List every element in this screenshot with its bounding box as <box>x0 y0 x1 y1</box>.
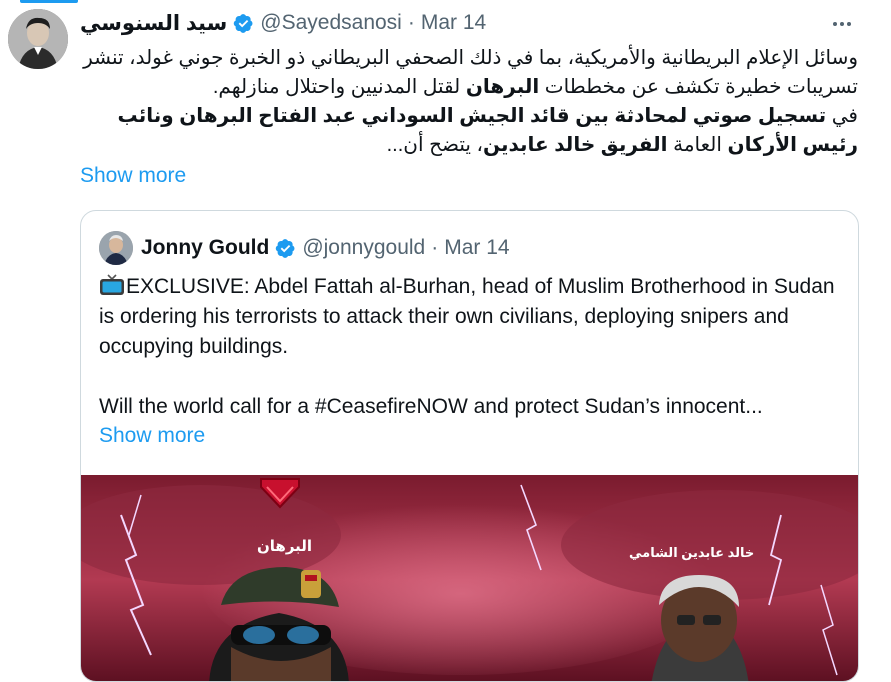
stormy-sky-image <box>81 475 858 681</box>
show-more-link[interactable]: Show more <box>80 164 186 188</box>
television-emoji-icon <box>100 274 124 295</box>
image-label-left: البرهان <box>257 538 313 555</box>
quoted-media-image[interactable]: البرهان خالد عابدين الشامي <box>81 475 858 681</box>
top-tab-indicator <box>20 0 78 3</box>
tweet-text: وسائل الإعلام البريطانية والأمريكية، بما… <box>80 44 858 160</box>
quoted-author-avatar[interactable] <box>99 231 133 265</box>
quoted-text-para-2: Will the world call for a #CeasefireNOW … <box>99 395 763 418</box>
quoted-text-para-1: EXCLUSIVE: Abdel Fattah al-Burhan, head … <box>99 275 835 358</box>
quoted-tweet-card[interactable]: Jonny Gould @jonnygould · Mar 14 EXCLUSI… <box>80 210 859 682</box>
tweet-date[interactable]: Mar 14 <box>421 11 486 35</box>
more-options-icon[interactable] <box>827 12 857 36</box>
tweet-text-bold: الفريق خالد عابدين <box>482 134 668 156</box>
tweet-text-bold: البرهان <box>465 76 540 98</box>
separator-dot: · <box>431 236 439 259</box>
verified-badge-icon <box>234 13 253 33</box>
quoted-tweet-header: Jonny Gould @jonnygould · Mar 14 <box>99 231 510 265</box>
quoted-tweet-text: EXCLUSIVE: Abdel Fattah al-Burhan, head … <box>99 272 839 422</box>
author-avatar[interactable] <box>8 9 68 69</box>
separator-dot: · <box>407 11 415 34</box>
quoted-author-name[interactable]: Jonny Gould <box>141 236 269 260</box>
image-label-right: خالد عابدين الشامي <box>629 545 755 560</box>
tweet-text-part: لقتل المدنيين واحتلال منازلهم. <box>212 76 466 98</box>
verified-badge-icon <box>276 238 295 258</box>
quoted-show-more-link[interactable]: Show more <box>99 424 205 448</box>
tweet-header: سيد السنوسي @Sayedsanosi · Mar 14 <box>80 9 860 37</box>
quoted-author-handle[interactable]: @jonnygould <box>302 236 425 260</box>
author-name[interactable]: سيد السنوسي <box>80 11 227 36</box>
quoted-tweet-date[interactable]: Mar 14 <box>444 236 509 260</box>
tweet-text-part: العامة <box>667 134 728 156</box>
author-handle[interactable]: @Sayedsanosi <box>260 11 402 35</box>
tweet-text-part: في <box>826 105 858 127</box>
tweet-text-part: ، يتضح أن... <box>386 134 483 156</box>
